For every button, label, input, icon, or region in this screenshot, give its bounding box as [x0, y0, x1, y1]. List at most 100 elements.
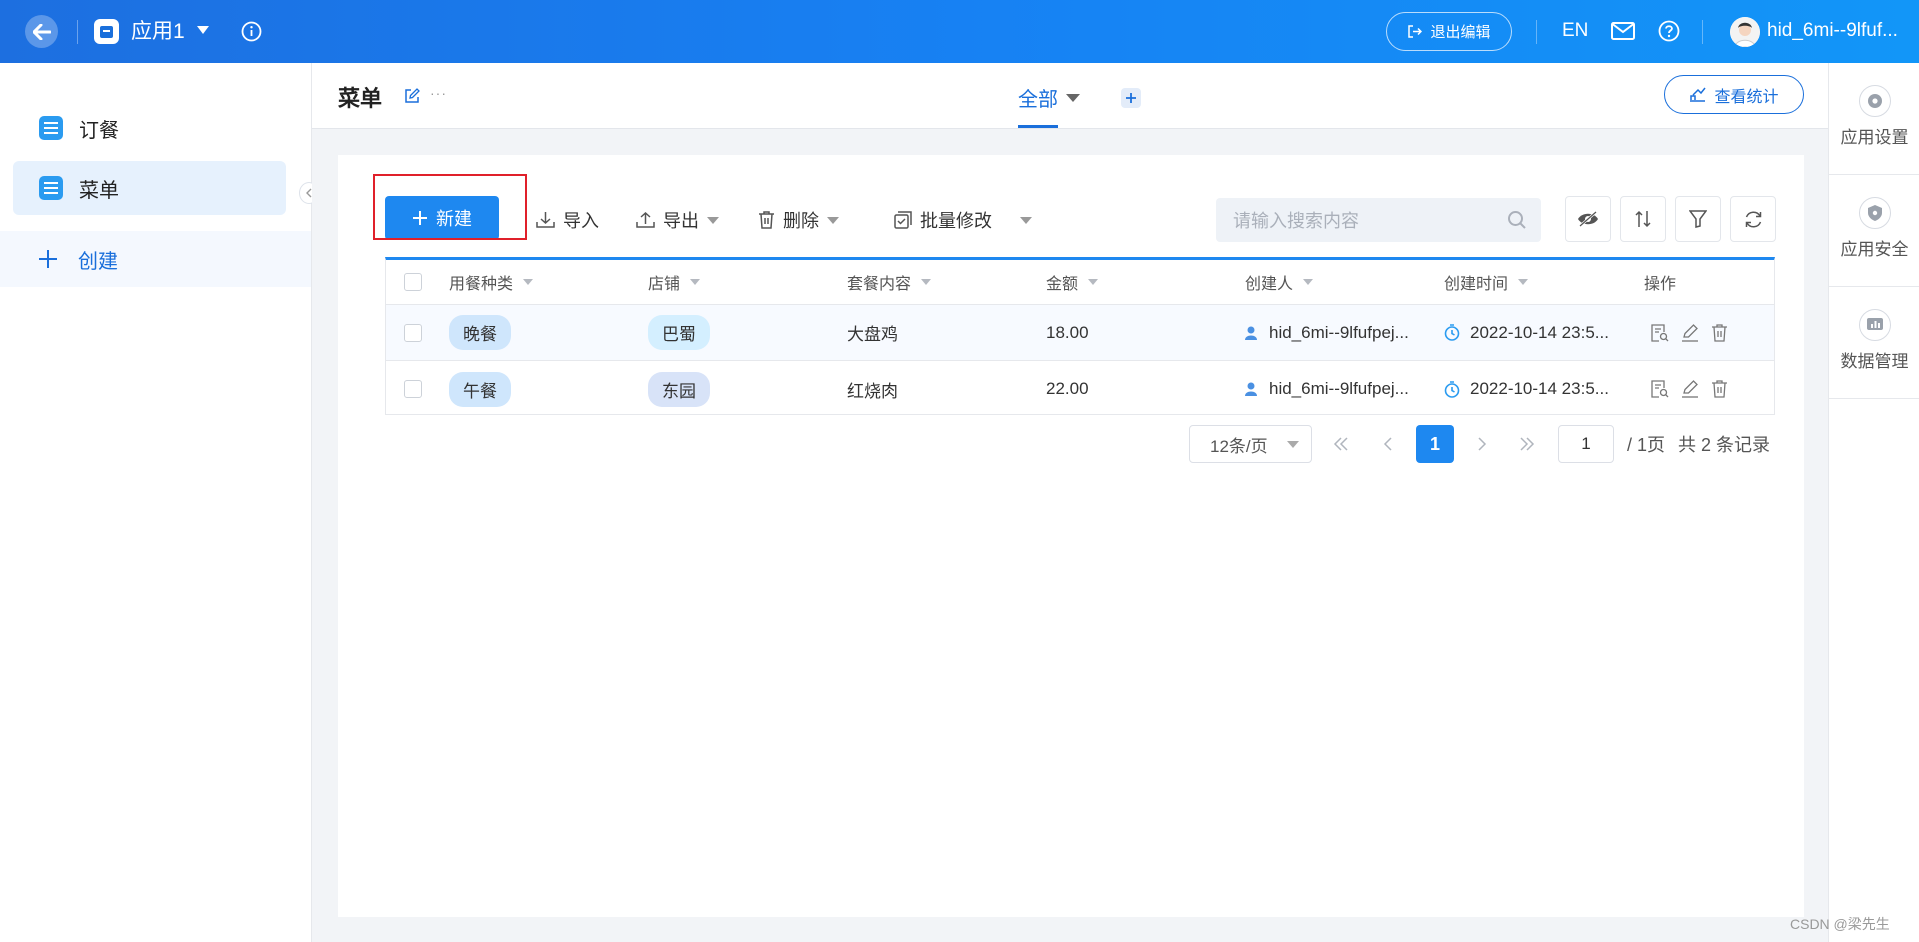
column-header[interactable]: 店铺: [648, 260, 701, 304]
creator-name: hid_6mi--9lfufpej...: [1269, 379, 1409, 398]
table-row[interactable]: 午餐 东园 红烧肉 22.00 hid_6mi--9lfufpej... 202…: [386, 361, 1774, 417]
trash-icon[interactable]: [1711, 323, 1728, 342]
eye-off-icon: [1578, 211, 1598, 227]
data-management-button[interactable]: 数据管理: [1829, 287, 1919, 399]
first-page-button[interactable]: [1326, 425, 1356, 463]
refresh-button[interactable]: [1730, 196, 1776, 242]
shop-cell: 东园: [648, 361, 710, 417]
back-button[interactable]: [25, 15, 58, 48]
next-page-button[interactable]: [1467, 425, 1497, 463]
row-checkbox[interactable]: [404, 361, 422, 417]
help-icon[interactable]: [1658, 20, 1680, 42]
page-jump-input[interactable]: 1: [1558, 425, 1614, 463]
divider: [1702, 20, 1703, 44]
chevron-down-icon[interactable]: [690, 279, 701, 285]
username[interactable]: hid_6mi--9lfuf...: [1767, 20, 1898, 42]
row-checkbox[interactable]: [404, 305, 422, 360]
view-detail-icon[interactable]: [1651, 380, 1669, 398]
sidebar-create-button[interactable]: 创建: [0, 231, 311, 287]
edit-icon[interactable]: [1681, 323, 1699, 342]
divider: [1536, 20, 1537, 44]
column-header[interactable]: 用餐种类: [449, 260, 534, 304]
timer-icon: [1444, 324, 1460, 341]
search-icon[interactable]: [1507, 210, 1527, 230]
content-cell: 大盘鸡: [847, 325, 898, 344]
view-detail-icon[interactable]: [1651, 323, 1669, 342]
column-label: 操作: [1644, 276, 1677, 293]
active-tab-indicator: [1018, 125, 1058, 128]
chevron-down-icon[interactable]: [707, 216, 719, 224]
sidebar-item-label: 订餐: [79, 119, 119, 142]
page-size-select[interactable]: 12条/页: [1189, 425, 1312, 463]
sort-icon: [1635, 210, 1651, 228]
app-security-button[interactable]: 应用安全: [1829, 175, 1919, 287]
left-sidebar: 订餐 菜单 创建: [0, 63, 319, 942]
highlight-box: [373, 174, 527, 240]
search-input[interactable]: 请输入搜索内容: [1216, 198, 1541, 242]
chevron-down-icon[interactable]: [921, 279, 932, 285]
chevron-down-icon[interactable]: [523, 279, 534, 285]
column-label: 套餐内容: [847, 276, 912, 293]
avatar[interactable]: [1730, 17, 1760, 47]
sidebar-item-menu[interactable]: 菜单: [13, 161, 286, 215]
download-icon: [536, 212, 555, 228]
mail-icon[interactable]: [1611, 22, 1635, 40]
column-header[interactable]: 套餐内容: [847, 260, 932, 304]
chevron-down-icon[interactable]: [1020, 216, 1032, 224]
column-header[interactable]: 创建时间: [1444, 260, 1529, 304]
prev-page-button[interactable]: [1372, 425, 1402, 463]
create-label: 创建: [78, 250, 118, 273]
edit-icon[interactable]: [1681, 380, 1699, 398]
chevron-down-icon[interactable]: [827, 216, 839, 224]
form-icon: [39, 176, 63, 200]
row-actions: [1651, 305, 1728, 360]
delete-button[interactable]: 删除: [758, 207, 839, 233]
app-name[interactable]: 应用1: [131, 19, 185, 44]
view-stats-button[interactable]: 查看统计: [1664, 75, 1804, 114]
data-management-label: 数据管理: [1840, 352, 1909, 371]
import-button[interactable]: 导入: [536, 207, 599, 233]
created-at: 2022-10-14 23:5...: [1470, 322, 1609, 342]
exit-edit-button[interactable]: 退出编辑: [1386, 12, 1512, 51]
tab-all[interactable]: 全部: [1018, 83, 1080, 112]
chevron-left-icon: [1383, 437, 1392, 451]
delete-label: 删除: [783, 211, 819, 231]
column-header[interactable]: 创建人: [1245, 260, 1314, 304]
hide-fields-button[interactable]: [1565, 196, 1611, 242]
column-header[interactable]: 金额: [1046, 260, 1099, 304]
app-settings-button[interactable]: 应用设置: [1829, 63, 1919, 175]
batch-edit-button[interactable]: 批量修改: [894, 207, 1032, 233]
edit-icon[interactable]: [404, 88, 420, 104]
add-view-button[interactable]: [1121, 88, 1141, 108]
chevron-down-icon[interactable]: [1518, 279, 1529, 285]
form-icon: [39, 116, 63, 140]
more-button[interactable]: ···: [430, 85, 447, 101]
chevron-down-icon[interactable]: [1088, 279, 1099, 285]
trash-icon[interactable]: [1711, 380, 1728, 398]
table-row[interactable]: 晚餐 巴蜀 大盘鸡 18.00 hid_6mi--9lfufpej... 202…: [386, 305, 1774, 361]
chevron-down-icon[interactable]: [1303, 279, 1314, 285]
filter-icon: [1689, 210, 1707, 228]
tab-all-label: 全部: [1018, 89, 1058, 111]
shop-cell: 巴蜀: [648, 305, 710, 360]
current-page-button[interactable]: 1: [1416, 425, 1454, 463]
select-all-checkbox[interactable]: [404, 260, 422, 304]
refresh-icon: [1745, 210, 1761, 228]
sidebar-item-order[interactable]: 订餐: [13, 101, 286, 155]
chevron-down-icon[interactable]: [197, 26, 209, 34]
info-icon[interactable]: [241, 21, 262, 42]
filter-button[interactable]: [1675, 196, 1721, 242]
chevron-down-icon[interactable]: [1066, 93, 1080, 102]
export-button[interactable]: 导出: [636, 207, 719, 233]
top-bar: 应用1 退出编辑 EN hid_6mi--9lfuf...: [0, 0, 1919, 63]
user-icon: [1245, 326, 1257, 340]
last-page-button[interactable]: [1512, 425, 1542, 463]
gear-icon: [1858, 85, 1891, 117]
trash-icon: [759, 211, 774, 229]
plus-icon: [1126, 93, 1136, 103]
language-toggle[interactable]: EN: [1562, 20, 1588, 42]
app-security-label: 应用安全: [1840, 240, 1909, 259]
plus-icon: [39, 250, 57, 268]
sort-button[interactable]: [1620, 196, 1666, 242]
created-at-cell: 2022-10-14 23:5...: [1444, 361, 1609, 417]
